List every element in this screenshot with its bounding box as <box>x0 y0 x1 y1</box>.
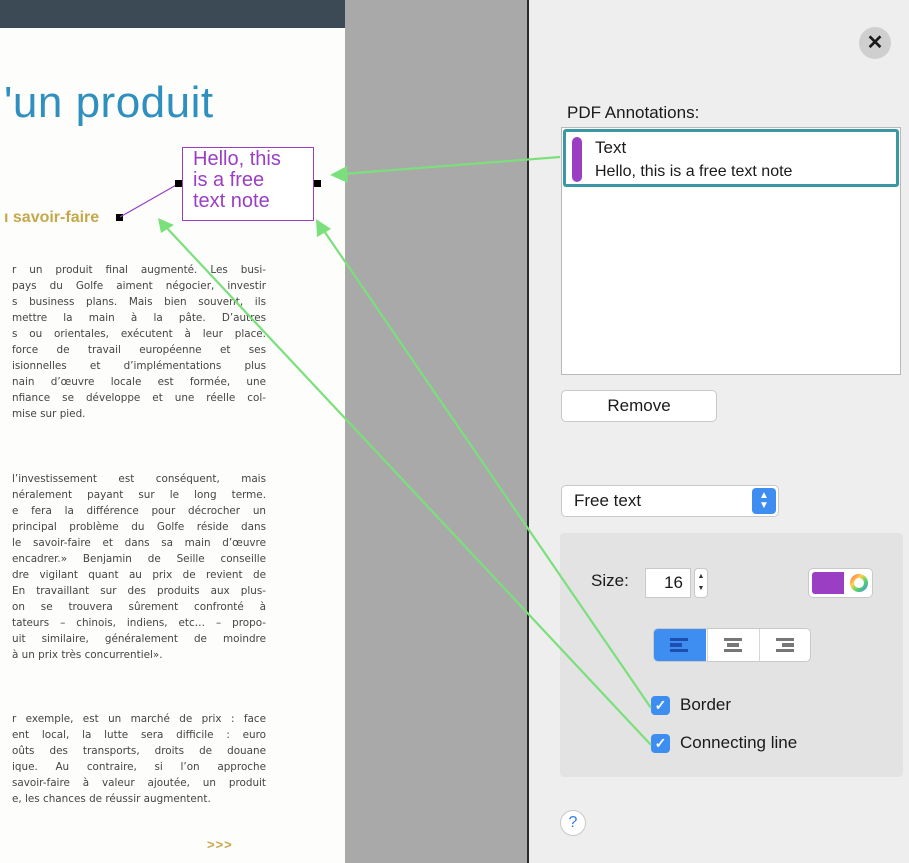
text-line: néralement payant sur le long terme. <box>12 489 266 501</box>
gray-gutter <box>345 0 528 863</box>
close-icon[interactable]: ✕ <box>859 27 891 59</box>
text-line: oûts des transports, droits de douane <box>12 745 266 757</box>
help-icon[interactable]: ? <box>560 810 586 836</box>
text-line: encadrer.» Benjamin de Seille conseille <box>12 553 266 565</box>
text-line: savoir-faire à valeur ajoutée, un produi… <box>12 777 266 789</box>
text-line: En travaillant sur des produits aux plus… <box>12 585 266 597</box>
annotation-content: Hello, this is a free text note <box>595 163 793 180</box>
body-paragraph: l’investissement est conséquent, mais nér… <box>12 471 266 663</box>
annotation-type: Text <box>595 138 627 157</box>
pdf-page: 'un produit ı savoir-faire r un produit … <box>0 0 345 863</box>
border-checkbox[interactable]: ✓ <box>651 696 670 715</box>
panel-title: PDF Annotations: <box>567 103 700 122</box>
format-options: Size: 16 ▲ ▼ ✓ Border ✓ Connecting line <box>560 533 903 777</box>
color-swatch <box>812 572 844 594</box>
text-line: nain d’œuvre locale est formée, une <box>12 376 266 388</box>
remove-button[interactable]: Remove <box>561 390 717 422</box>
text-line: dre vigilant quant au prix de revient de <box>12 569 266 581</box>
text-line: ent local, la lutte sera difficile : eur… <box>12 729 266 741</box>
stepper-icon[interactable]: ▲ ▼ <box>694 568 708 598</box>
text-line: mise sur pied. <box>12 408 86 420</box>
border-label: Border <box>680 695 732 714</box>
continue-marker: >>> <box>207 837 233 852</box>
text-line: e fera la différence pour décrocher un <box>12 505 266 517</box>
resize-handle-right[interactable] <box>314 180 321 187</box>
text-line: isionnelles et d’implémentations plus <box>12 360 266 372</box>
text-line: à un prix très concurrentiel». <box>12 649 163 661</box>
annotations-list[interactable]: Text Hello, this is a free text note <box>561 127 901 375</box>
text-line: tateurs – chinois, indiens, etc… – propo… <box>12 617 266 629</box>
text-line: l’investissement est conséquent, mais <box>12 473 266 485</box>
text-alignment-control[interactable] <box>653 628 811 662</box>
text-line: nfiance se développe et une réelle col- <box>12 392 266 404</box>
text-line: principal problème du Golfe réside dans <box>12 521 266 533</box>
annotation-color-bar <box>572 137 582 182</box>
text-line: mettre la main à la pâte. D’autres <box>12 312 266 324</box>
align-center-icon[interactable] <box>707 629 760 661</box>
text-line: le savoir-faire et dans sa main d’œuvre <box>12 537 266 549</box>
resize-handle-left[interactable] <box>175 180 182 187</box>
text-line: on se trouvera sûrement confronté à <box>12 601 266 613</box>
connecting-line-checkbox[interactable]: ✓ <box>651 734 670 753</box>
connecting-line-label: Connecting line <box>680 733 798 752</box>
annotation-type-select[interactable]: Free text ▲ ▼ <box>561 485 779 517</box>
size-input[interactable]: 16 <box>645 568 691 598</box>
chevron-updown-icon[interactable]: ▲ ▼ <box>752 488 776 514</box>
size-label: Size: <box>591 571 629 590</box>
text-line: e, les chances de réussir augmentent. <box>12 793 211 805</box>
note-line: text note <box>193 190 270 212</box>
color-wheel-icon[interactable] <box>849 573 869 593</box>
font-color-well[interactable] <box>808 568 873 598</box>
text-line: force de travail européenne et ses <box>12 344 266 356</box>
text-line: uit similaire, généralement de moindre <box>12 633 266 645</box>
annotations-panel: ✕ PDF Annotations: Text Hello, this is a… <box>529 0 909 863</box>
annotation-type-value: Free text <box>574 491 642 510</box>
note-line: is a free <box>193 169 265 191</box>
body-paragraph: r exemple, est un marché de prix : face e… <box>12 711 266 807</box>
note-line: Hello, this <box>193 148 281 170</box>
list-item[interactable]: Text Hello, this is a free text note <box>563 129 899 187</box>
text-line: ique. Au contraire, si l’on approche <box>12 761 266 773</box>
text-line: r exemple, est un marché de prix : face <box>12 713 266 725</box>
text-line: s ou orientales, exécutent à leur place. <box>12 328 266 340</box>
align-left-icon[interactable] <box>654 629 706 661</box>
align-right-icon[interactable] <box>759 629 810 661</box>
free-text-note[interactable]: Hello, this is a free text note <box>182 147 314 221</box>
